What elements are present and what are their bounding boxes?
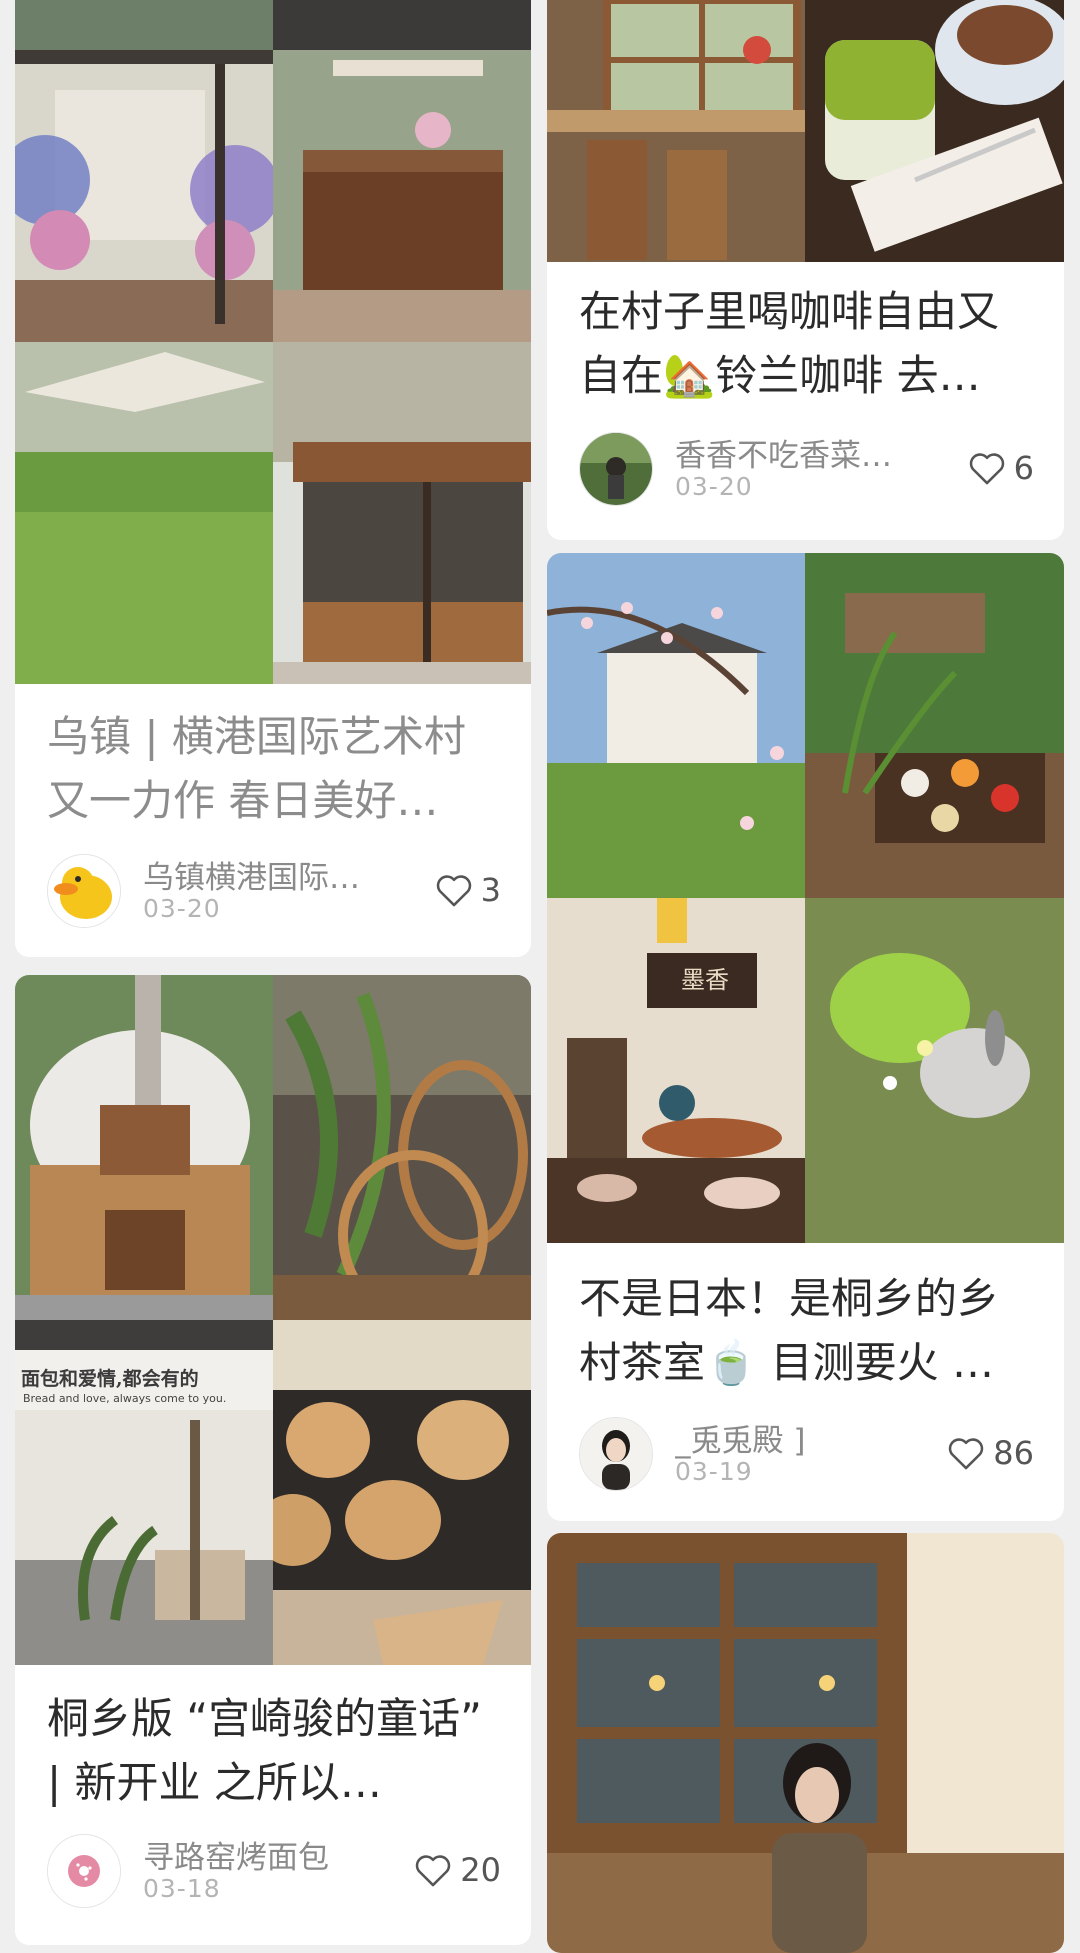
like-button[interactable]: 3 (435, 868, 501, 912)
author-name[interactable]: _兎兎殿 ] (675, 1415, 915, 1460)
note-card[interactable] (547, 1533, 1064, 1953)
donut-avatar-icon (48, 1835, 120, 1907)
like-count: 6 (1013, 449, 1034, 487)
bread-loaves-photo (273, 1320, 531, 1665)
like-button[interactable]: 6 (968, 446, 1034, 490)
author-name[interactable]: 寻路窑烤面包 (143, 1832, 383, 1877)
bread-wall-photo: 面包和爱情,都会有的 Bread and love, always come t… (15, 1320, 273, 1665)
author-avatar[interactable] (47, 854, 121, 928)
note-cover-image[interactable] (547, 0, 1064, 262)
like-count: 3 (480, 871, 501, 909)
note-card[interactable]: 乌镇 | 横港国际艺术村又一力作 春日美好… 乌镇横港国际… 03-20 3 (15, 0, 531, 957)
note-card[interactable]: 面包和爱情,都会有的 Bread and love, always come t… (15, 975, 531, 1945)
note-title[interactable]: 乌镇 | 横港国际艺术村又一力作 春日美好… (47, 705, 503, 833)
note-cover-image[interactable] (547, 1533, 1064, 1953)
post-date: 03-19 (675, 1457, 753, 1486)
note-card[interactable]: 墨香 不是日本！是桐乡的乡村茶室🍵 目测要火 … _兎兎殿] 03-19 86 (547, 553, 1064, 1521)
person-avatar-icon (580, 433, 652, 505)
blossom-house-photo (547, 553, 805, 898)
note-feed: 乌镇 | 横港国际艺术村又一力作 春日美好… 乌镇横港国际… 03-20 3 面… (0, 0, 1080, 1953)
heart-icon (436, 875, 471, 907)
post-date: 03-20 (675, 472, 753, 501)
tea-tray-photo (805, 553, 1064, 898)
author-avatar[interactable] (579, 432, 653, 506)
author-avatar[interactable] (579, 1417, 653, 1491)
tea-room-plaque: 墨香 (681, 966, 729, 994)
heart-icon (969, 453, 1004, 485)
author-name[interactable]: 乌镇横港国际… (143, 852, 383, 897)
duck-avatar-icon (48, 855, 120, 927)
note-title[interactable]: 桐乡版 “宫崎骏的童话” | 新开业 之所以… (47, 1687, 503, 1815)
note-meta: 寻路窑烤面包 03-18 20 (47, 1830, 501, 1910)
wooden-chairs-photo (273, 975, 531, 1320)
author-name[interactable]: 香香不吃香菜… (675, 430, 915, 475)
tea-room-interior-photo: 墨香 (547, 898, 805, 1243)
like-button[interactable]: 86 (947, 1431, 1034, 1475)
note-meta: 香香不吃香菜… 03-20 6 (579, 428, 1034, 508)
round-pavilion-photo (273, 342, 531, 684)
like-button[interactable]: 20 (414, 1848, 501, 1892)
note-cover-image[interactable]: 面包和爱情,都会有的 Bread and love, always come t… (15, 975, 531, 1665)
wooden-kiosk-photo (273, 0, 531, 342)
bread-sign-english: Bread and love, always come to you. (23, 1392, 227, 1405)
note-cover-image[interactable]: 墨香 (547, 553, 1064, 1243)
bunny-lawn-photo (805, 898, 1064, 1243)
note-title[interactable]: 在村子里喝咖啡自由又自在🏡铃兰咖啡 去… (579, 280, 1036, 408)
garden-pavilion-photo (15, 0, 273, 342)
note-meta: 乌镇横港国际… 03-20 3 (47, 850, 501, 930)
portrait-avatar-icon (580, 1418, 652, 1490)
like-count: 86 (993, 1434, 1034, 1472)
cafe-window-photo (547, 0, 805, 262)
note-title[interactable]: 不是日本！是桐乡的乡村茶室🍵 目测要火 … (579, 1267, 1036, 1395)
note-card[interactable]: 在村子里喝咖啡自由又自在🏡铃兰咖啡 去… 香香不吃香菜… 03-20 6 (547, 0, 1064, 540)
heart-icon (416, 1855, 451, 1887)
post-date: 03-18 (143, 1874, 221, 1903)
matcha-tiramisu-photo (805, 0, 1064, 262)
author-avatar[interactable] (47, 1834, 121, 1908)
like-count: 20 (460, 1851, 501, 1889)
window-woman-photo (547, 1533, 1064, 1953)
heart-icon (949, 1438, 984, 1470)
lawn-canopy-photo (15, 342, 273, 684)
note-cover-image[interactable] (15, 0, 531, 684)
post-date: 03-20 (143, 894, 221, 923)
note-meta: _兎兎殿 ] 03-19 86 (579, 1413, 1034, 1493)
bread-sign-chinese: 面包和爱情,都会有的 (21, 1368, 199, 1390)
pig-oven-photo (15, 975, 273, 1320)
